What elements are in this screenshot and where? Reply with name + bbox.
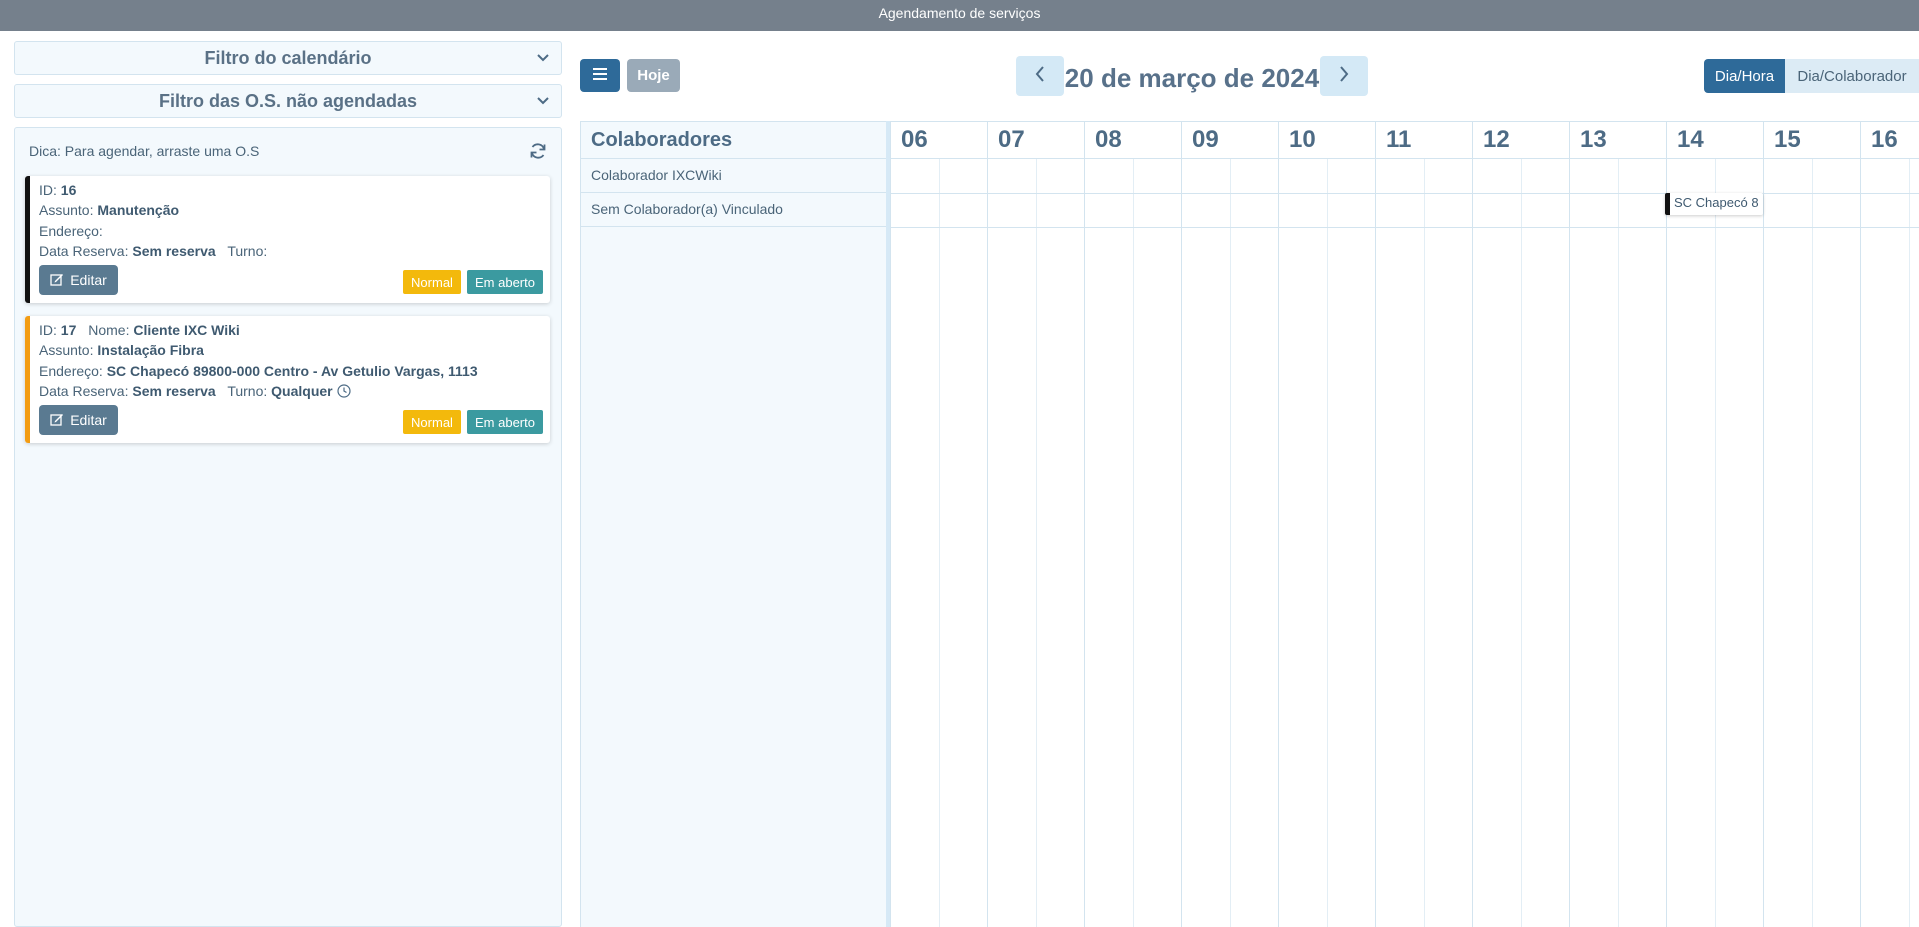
- half-hour-line: [1326, 159, 1328, 927]
- card-color-bar: [25, 176, 30, 303]
- status-badge: Em aberto: [467, 410, 543, 434]
- hour-line: [1666, 159, 1667, 927]
- os-card[interactable]: ID: 16 Assunto: Manutenção Endereço: Dat…: [25, 176, 550, 303]
- half-hour-line: [1229, 159, 1231, 927]
- hour-line: [1860, 159, 1861, 927]
- hour-header: 10: [1278, 121, 1375, 159]
- hour-line: [1472, 159, 1473, 927]
- unscheduled-os-panel: Dica: Para agendar, arraste uma O.S ID: …: [14, 127, 562, 927]
- row-line: [890, 193, 1919, 194]
- hour-header: 15: [1763, 121, 1860, 159]
- timeline: Colaboradores Colaborador IXCWiki Sem Co…: [580, 121, 1919, 927]
- hour-line: [1278, 159, 1279, 927]
- half-hour-line: [1811, 159, 1813, 927]
- view-day-hour-button[interactable]: Dia/Hora: [1704, 59, 1785, 93]
- resource-row: Sem Colaborador(a) Vinculado: [581, 193, 886, 227]
- hour-line: [987, 159, 988, 927]
- hour-line: [1084, 159, 1085, 927]
- status-badge: Em aberto: [467, 270, 543, 294]
- half-hour-line: [1035, 159, 1037, 927]
- edit-button[interactable]: Editar: [39, 405, 118, 435]
- card-address-line: Endereço:: [39, 223, 103, 239]
- chevron-down-icon: [535, 42, 551, 74]
- half-hour-line: [1520, 159, 1522, 927]
- hour-header: 16: [1860, 121, 1919, 159]
- calendar-filter-accordion[interactable]: Filtro do calendário: [14, 41, 562, 75]
- card-reservation-line: Data Reserva: Sem reserva Turno: Qualque…: [39, 383, 351, 401]
- half-hour-line: [938, 159, 940, 927]
- priority-badge: Normal: [403, 410, 461, 434]
- previous-day-button[interactable]: [1016, 56, 1064, 96]
- hamburger-icon: [593, 67, 607, 85]
- edit-icon: [50, 272, 64, 289]
- card-reservation-line: Data Reserva: Sem reserva Turno:: [39, 243, 268, 259]
- current-date-title: 20 de março de 2024: [1064, 63, 1320, 93]
- calendar-filter-label: Filtro do calendário: [204, 48, 372, 68]
- card-id-line: ID: 16: [39, 182, 77, 198]
- row-line: [890, 227, 1919, 228]
- card-subject-line: Assunto: Instalação Fibra: [39, 342, 204, 358]
- card-id-line: ID: 17 Nome: Cliente IXC Wiki: [39, 322, 240, 338]
- hour-line: [890, 159, 891, 927]
- chevron-right-icon: [1339, 65, 1349, 87]
- hour-header: 06: [890, 121, 987, 159]
- window-title: Agendamento de serviços: [0, 0, 1919, 31]
- time-grid[interactable]: 16 15 14 13 12 11 10 09 08 07 06 SC Chapecó 8: [890, 121, 1919, 927]
- unscheduled-filter-label: Filtro das O.S. não agendadas: [158, 91, 418, 111]
- hour-header: 07: [987, 121, 1084, 159]
- card-address-line: Endereço: SC Chapecó 89800-000 Centro - …: [39, 363, 478, 379]
- resource-row: Colaborador IXCWiki: [581, 159, 886, 193]
- edit-icon: [50, 412, 64, 429]
- card-subject-line: Assunto: Manutenção: [39, 202, 180, 218]
- clock-icon: [336, 384, 351, 401]
- today-button[interactable]: Hoje: [627, 59, 680, 92]
- scheduled-event[interactable]: SC Chapecó 8: [1665, 193, 1763, 215]
- os-card[interactable]: ID: 17 Nome: Cliente IXC Wiki Assunto: I…: [25, 316, 550, 443]
- hour-header: 11: [1375, 121, 1472, 159]
- next-day-button[interactable]: [1320, 56, 1368, 96]
- unscheduled-filter-accordion[interactable]: Filtro das O.S. não agendadas: [14, 84, 562, 118]
- card-color-bar: [25, 316, 30, 443]
- resource-column: Colaboradores Colaborador IXCWiki Sem Co…: [581, 121, 886, 927]
- hour-line: [1181, 159, 1182, 927]
- hour-line: [1569, 159, 1570, 927]
- half-hour-line: [1132, 159, 1134, 927]
- half-hour-line: [1423, 159, 1425, 927]
- resource-header: Colaboradores: [581, 121, 886, 159]
- hour-header: 09: [1181, 121, 1278, 159]
- half-hour-line: [1714, 159, 1716, 927]
- hour-header: 14: [1666, 121, 1763, 159]
- refresh-icon[interactable]: [529, 142, 547, 160]
- hour-line: [1763, 159, 1764, 927]
- edit-button[interactable]: Editar: [39, 265, 118, 295]
- hour-header: 08: [1084, 121, 1181, 159]
- half-hour-line: [1908, 159, 1910, 927]
- chevron-down-icon: [535, 85, 551, 117]
- chevron-left-icon: [1035, 65, 1045, 87]
- hour-header: 13: [1569, 121, 1666, 159]
- priority-badge: Normal: [403, 270, 461, 294]
- view-toggle: Dia/Hora Dia/Colaborador: [1704, 59, 1919, 93]
- view-day-collaborator-button[interactable]: Dia/Colaborador: [1785, 59, 1919, 93]
- hour-line: [1375, 159, 1376, 927]
- half-hour-line: [1617, 159, 1619, 927]
- menu-button[interactable]: [580, 59, 620, 92]
- hour-header: 12: [1472, 121, 1569, 159]
- drag-tip: Dica: Para agendar, arraste uma O.S: [29, 143, 260, 159]
